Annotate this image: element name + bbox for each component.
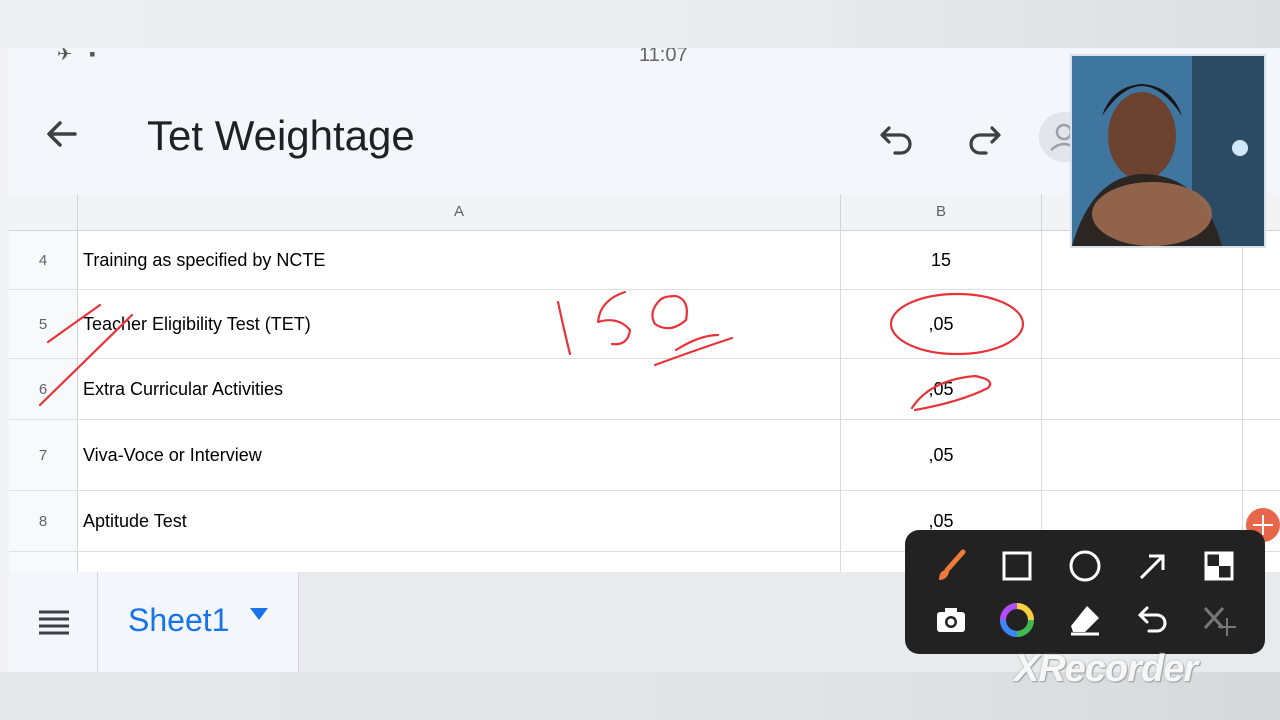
undo-icon[interactable] [1131,598,1175,642]
cell-a8[interactable]: Aptitude Test [83,491,187,551]
cell-b7[interactable]: ,05 [841,420,1041,490]
brush-icon[interactable] [929,544,973,588]
row-number[interactable]: 8 [9,491,78,551]
recorder-watermark: XRecorder [1014,648,1198,690]
cell-a6[interactable]: Extra Curricular Activities [83,359,283,419]
circle-icon[interactable] [1063,544,1107,588]
chevron-down-icon[interactable] [250,608,268,620]
screen-top-border [0,0,1280,48]
sheet-tab[interactable]: Sheet1 [98,572,299,672]
table-row: 6 Extra Curricular Activities ,05 [9,359,1280,420]
rectangle-icon[interactable] [995,544,1039,588]
spreadsheet-grid: A B 4 Training as specified by NCTE 15 5… [9,194,1280,572]
color-wheel-icon[interactable] [995,598,1039,642]
column-divider [1242,230,1243,572]
row-number[interactable] [9,552,78,572]
column-divider [840,230,841,572]
status-time: 11:07 [639,48,688,66]
column-divider [1041,230,1042,572]
close-icon[interactable] [1197,598,1241,642]
cell-b4[interactable]: 15 [841,231,1041,289]
cell-a4[interactable]: Training as specified by NCTE [83,231,325,289]
cell-a5[interactable]: Teacher Eligibility Test (TET) [83,290,311,358]
document-title[interactable]: Tet Weightage [147,112,415,160]
shape-icon[interactable] [1197,544,1241,588]
column-header-b[interactable]: B [841,194,1042,230]
camera-icon[interactable] [929,598,973,642]
sheet-tab-label: Sheet1 [128,602,230,638]
column-header-a[interactable]: A [78,194,841,230]
table-row: 7 Viva-Voce or Interview ,05 [9,420,1280,491]
arrow-icon[interactable] [1131,544,1175,588]
recorder-toolbar [905,530,1265,654]
row-number[interactable]: 5 [9,290,78,358]
row-number[interactable]: 4 [9,231,78,289]
row-number[interactable]: 7 [9,420,78,490]
undo-icon[interactable] [877,118,917,158]
row-number[interactable]: 6 [9,359,78,419]
cell-b5[interactable]: ,05 [841,290,1041,358]
status-icons: ✈ ▪ [57,48,102,64]
webcam-overlay [1070,54,1266,248]
cell-a7[interactable]: Viva-Voce or Interview [83,420,262,490]
arrow-left-icon[interactable] [41,114,81,154]
eraser-icon[interactable] [1063,598,1107,642]
select-all-corner[interactable] [9,194,78,230]
menu-icon[interactable] [9,572,98,672]
cell-b6[interactable]: ,05 [841,359,1041,419]
table-row: 5 Teacher Eligibility Test (TET) ,05 [9,290,1280,359]
redo-icon[interactable] [964,118,1004,158]
